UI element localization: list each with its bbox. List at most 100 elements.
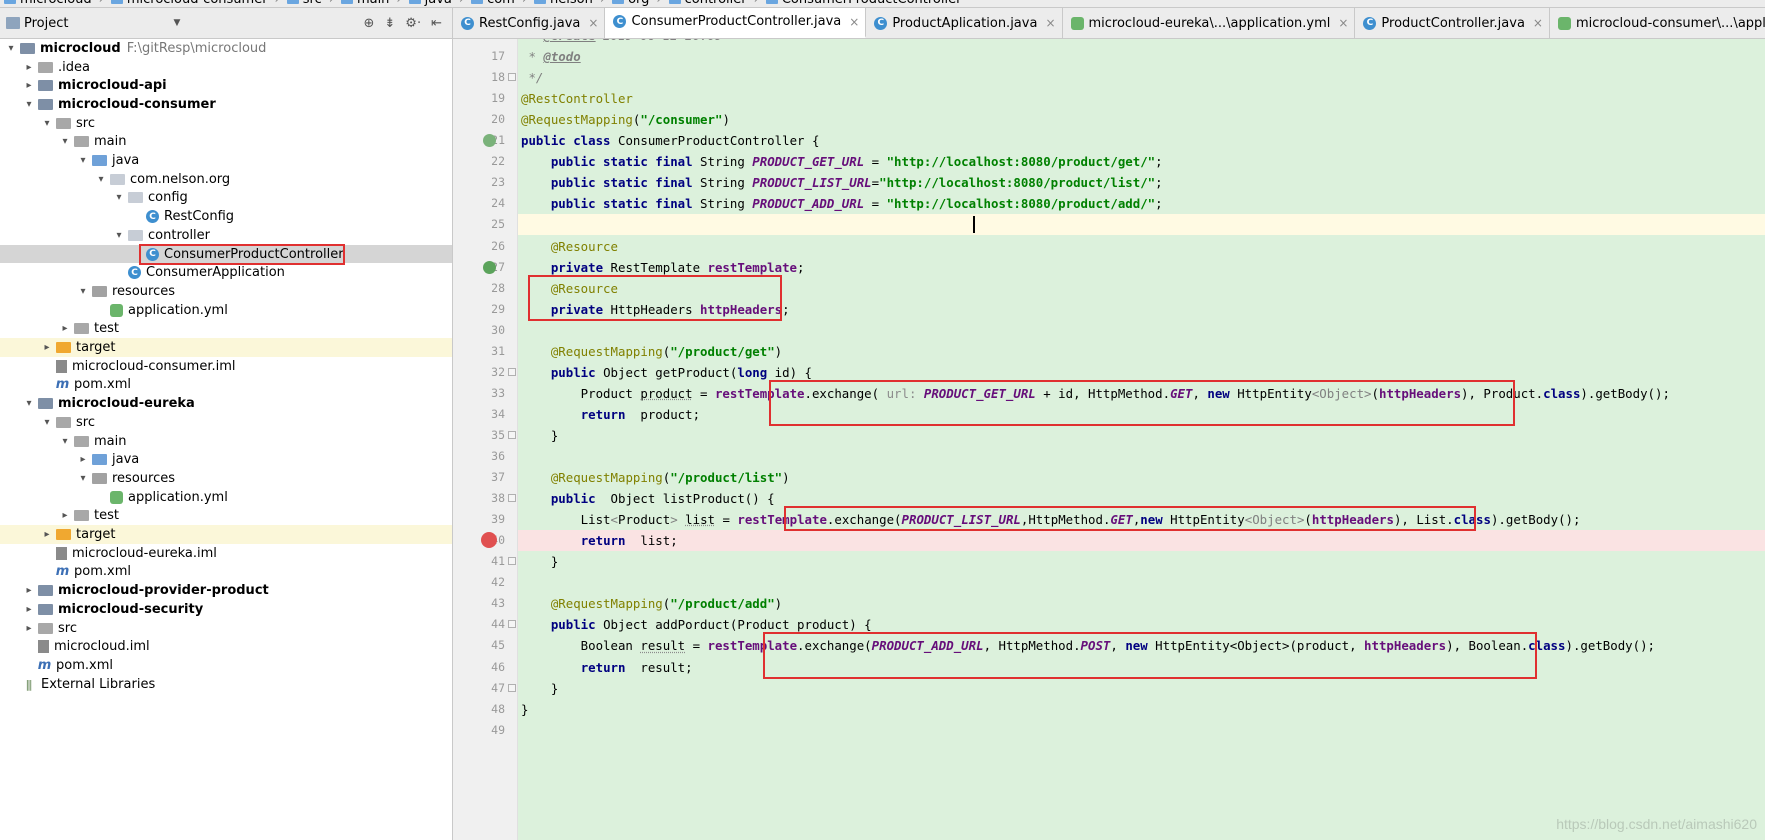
code-line[interactable]: 36: [453, 446, 1765, 467]
expanded-arrow-icon[interactable]: ▾: [41, 118, 53, 129]
close-icon[interactable]: ×: [1533, 16, 1543, 30]
code-line[interactable]: 19 @RestController: [453, 88, 1765, 109]
fold-marker-icon[interactable]: [508, 494, 516, 503]
code-line[interactable]: 35 }: [453, 425, 1765, 446]
code-editor[interactable]: 16 * @create 2019-06-12 20:0917 * @todo1…: [453, 39, 1765, 840]
collapsed-arrow-icon[interactable]: ▸: [23, 604, 35, 615]
tree-item[interactable]: ▸ target: [0, 525, 452, 544]
code-line[interactable]: 23 public static final String PRODUCT_LI…: [453, 172, 1765, 193]
expanded-arrow-icon[interactable]: ▾: [113, 192, 125, 203]
code-line[interactable]: 28 @Resource: [453, 278, 1765, 299]
fold-marker-icon[interactable]: [508, 367, 516, 376]
code-line[interactable]: 46 return result;: [453, 657, 1765, 678]
editor-tab[interactable]: C ConsumerProductController.java ×: [605, 8, 867, 38]
expanded-arrow-icon[interactable]: ▾: [59, 436, 71, 447]
tree-item[interactable]: ▸ .idea: [0, 58, 452, 77]
collapsed-arrow-icon[interactable]: ▸: [23, 80, 35, 91]
fold-marker-icon[interactable]: [508, 73, 516, 82]
breadcrumb-item[interactable]: nelson: [530, 0, 597, 7]
fold-marker-icon[interactable]: [508, 557, 516, 566]
tree-item[interactable]: ▾ microcloud F:\gitResp\microcloud: [0, 39, 452, 58]
code-line[interactable]: 31 @RequestMapping("/product/get"): [453, 341, 1765, 362]
expanded-arrow-icon[interactable]: ▾: [95, 174, 107, 185]
expanded-arrow-icon[interactable]: ▾: [113, 230, 125, 241]
fold-marker-icon[interactable]: [508, 683, 516, 692]
fold-marker-icon[interactable]: [508, 620, 516, 629]
collapse-all-icon[interactable]: ⇟: [384, 16, 395, 31]
tree-item[interactable]: ▸ microcloud-provider-product: [0, 581, 452, 600]
tree-item[interactable]: microcloud-consumer.iml: [0, 357, 452, 376]
editor-tab[interactable]: C ProductAplication.java ×: [866, 8, 1063, 38]
tree-item[interactable]: C RestConfig: [0, 207, 452, 226]
editor-tab[interactable]: microcloud-consumer\...\application.yml×: [1550, 8, 1765, 38]
tree-item[interactable]: C ConsumerProductController: [0, 244, 452, 264]
hide-icon[interactable]: ⇤: [431, 16, 442, 31]
tree-item[interactable]: ▾ resources: [0, 282, 452, 301]
code-line[interactable]: 43 @RequestMapping("/product/add"): [453, 593, 1765, 614]
tree-item[interactable]: ▾ main: [0, 133, 452, 152]
code-line[interactable]: 25: [453, 214, 1765, 236]
breadcrumb-item[interactable]: microcloud-consumer: [107, 0, 272, 7]
tree-item[interactable]: ||| External Libraries: [0, 675, 452, 694]
tree-item[interactable]: ▸ src: [0, 619, 452, 638]
tree-item[interactable]: C ConsumerApplication: [0, 263, 452, 282]
tree-item[interactable]: ▾ com.nelson.org: [0, 170, 452, 189]
breadcrumb-item[interactable]: com: [467, 0, 519, 7]
tree-item[interactable]: application.yml: [0, 488, 452, 507]
editor-tab[interactable]: C RestConfig.java ×: [453, 8, 606, 38]
breadcrumb-item[interactable]: controller: [665, 0, 751, 7]
code-line[interactable]: 18 */: [453, 67, 1765, 88]
editor-tab[interactable]: C ProductController.java ×: [1355, 8, 1550, 38]
tree-item[interactable]: ▸ microcloud-security: [0, 600, 452, 619]
locate-icon[interactable]: ⊕: [363, 16, 374, 31]
code-line[interactable]: 21 public class ConsumerProductController…: [453, 130, 1765, 151]
expanded-arrow-icon[interactable]: ▾: [5, 43, 17, 54]
code-line[interactable]: 39 List<Product> list = restTemplate.exc…: [453, 509, 1765, 530]
code-line[interactable]: 45 Boolean result = restTemplate.exchang…: [453, 635, 1765, 656]
code-line[interactable]: 38 public Object listProduct() {: [453, 488, 1765, 509]
code-line[interactable]: 32 public Object getProduct(long id) {: [453, 362, 1765, 383]
tree-item[interactable]: ▾ microcloud-consumer: [0, 95, 452, 114]
expanded-arrow-icon[interactable]: ▾: [59, 136, 71, 147]
collapsed-arrow-icon[interactable]: ▸: [23, 62, 35, 73]
collapsed-arrow-icon[interactable]: ▸: [41, 529, 53, 540]
collapsed-arrow-icon[interactable]: ▸: [59, 323, 71, 334]
tree-item[interactable]: ▾ microcloud-eureka: [0, 394, 452, 413]
gear-icon[interactable]: ⚙·: [405, 16, 421, 31]
code-line[interactable]: 27 private RestTemplate restTemplate;: [453, 257, 1765, 278]
tree-item[interactable]: ▸ microcloud-api: [0, 76, 452, 95]
expanded-arrow-icon[interactable]: ▾: [77, 155, 89, 166]
collapsed-arrow-icon[interactable]: ▸: [59, 510, 71, 521]
breadcrumb-item[interactable]: java: [405, 0, 456, 7]
expanded-arrow-icon[interactable]: ▾: [77, 286, 89, 297]
collapsed-arrow-icon[interactable]: ▸: [23, 585, 35, 596]
tree-item[interactable]: m pom.xml: [0, 563, 452, 582]
code-line[interactable]: 42: [453, 572, 1765, 593]
close-icon[interactable]: ×: [849, 15, 859, 29]
editor-tab[interactable]: microcloud-eureka\...\application.yml ×: [1063, 8, 1356, 38]
override-gutter-icon[interactable]: [483, 260, 496, 274]
code-line[interactable]: 33 Product product = restTemplate.exchan…: [453, 383, 1765, 404]
code-line[interactable]: 47 }: [453, 678, 1765, 699]
collapsed-arrow-icon[interactable]: ▸: [77, 454, 89, 465]
tree-item[interactable]: ▾ src: [0, 413, 452, 432]
expanded-arrow-icon[interactable]: ▾: [23, 99, 35, 110]
tree-item[interactable]: ▾ config: [0, 189, 452, 208]
code-line[interactable]: 16 * @create 2019-06-12 20:09: [453, 39, 1765, 46]
code-line[interactable]: 22 public static final String PRODUCT_GE…: [453, 151, 1765, 172]
code-line[interactable]: 26 @Resource: [453, 236, 1765, 257]
tree-item[interactable]: microcloud.iml: [0, 637, 452, 656]
expanded-arrow-icon[interactable]: ▾: [77, 473, 89, 484]
project-panel-title[interactable]: Project: [24, 16, 68, 31]
code-line[interactable]: 17 * @todo: [453, 46, 1765, 67]
expanded-arrow-icon[interactable]: ▾: [23, 398, 35, 409]
tree-item[interactable]: m pom.xml: [0, 376, 452, 395]
code-line[interactable]: 24 public static final String PRODUCT_AD…: [453, 193, 1765, 214]
tree-item[interactable]: microcloud-eureka.iml: [0, 544, 452, 563]
code-line[interactable]: 40 return list;: [453, 530, 1765, 552]
tree-item[interactable]: application.yml: [0, 301, 452, 320]
collapsed-arrow-icon[interactable]: ▸: [41, 342, 53, 353]
tree-item[interactable]: ▾ main: [0, 432, 452, 451]
breadcrumb-item[interactable]: ConsumerProductController: [762, 0, 966, 7]
close-icon[interactable]: ×: [588, 16, 598, 30]
